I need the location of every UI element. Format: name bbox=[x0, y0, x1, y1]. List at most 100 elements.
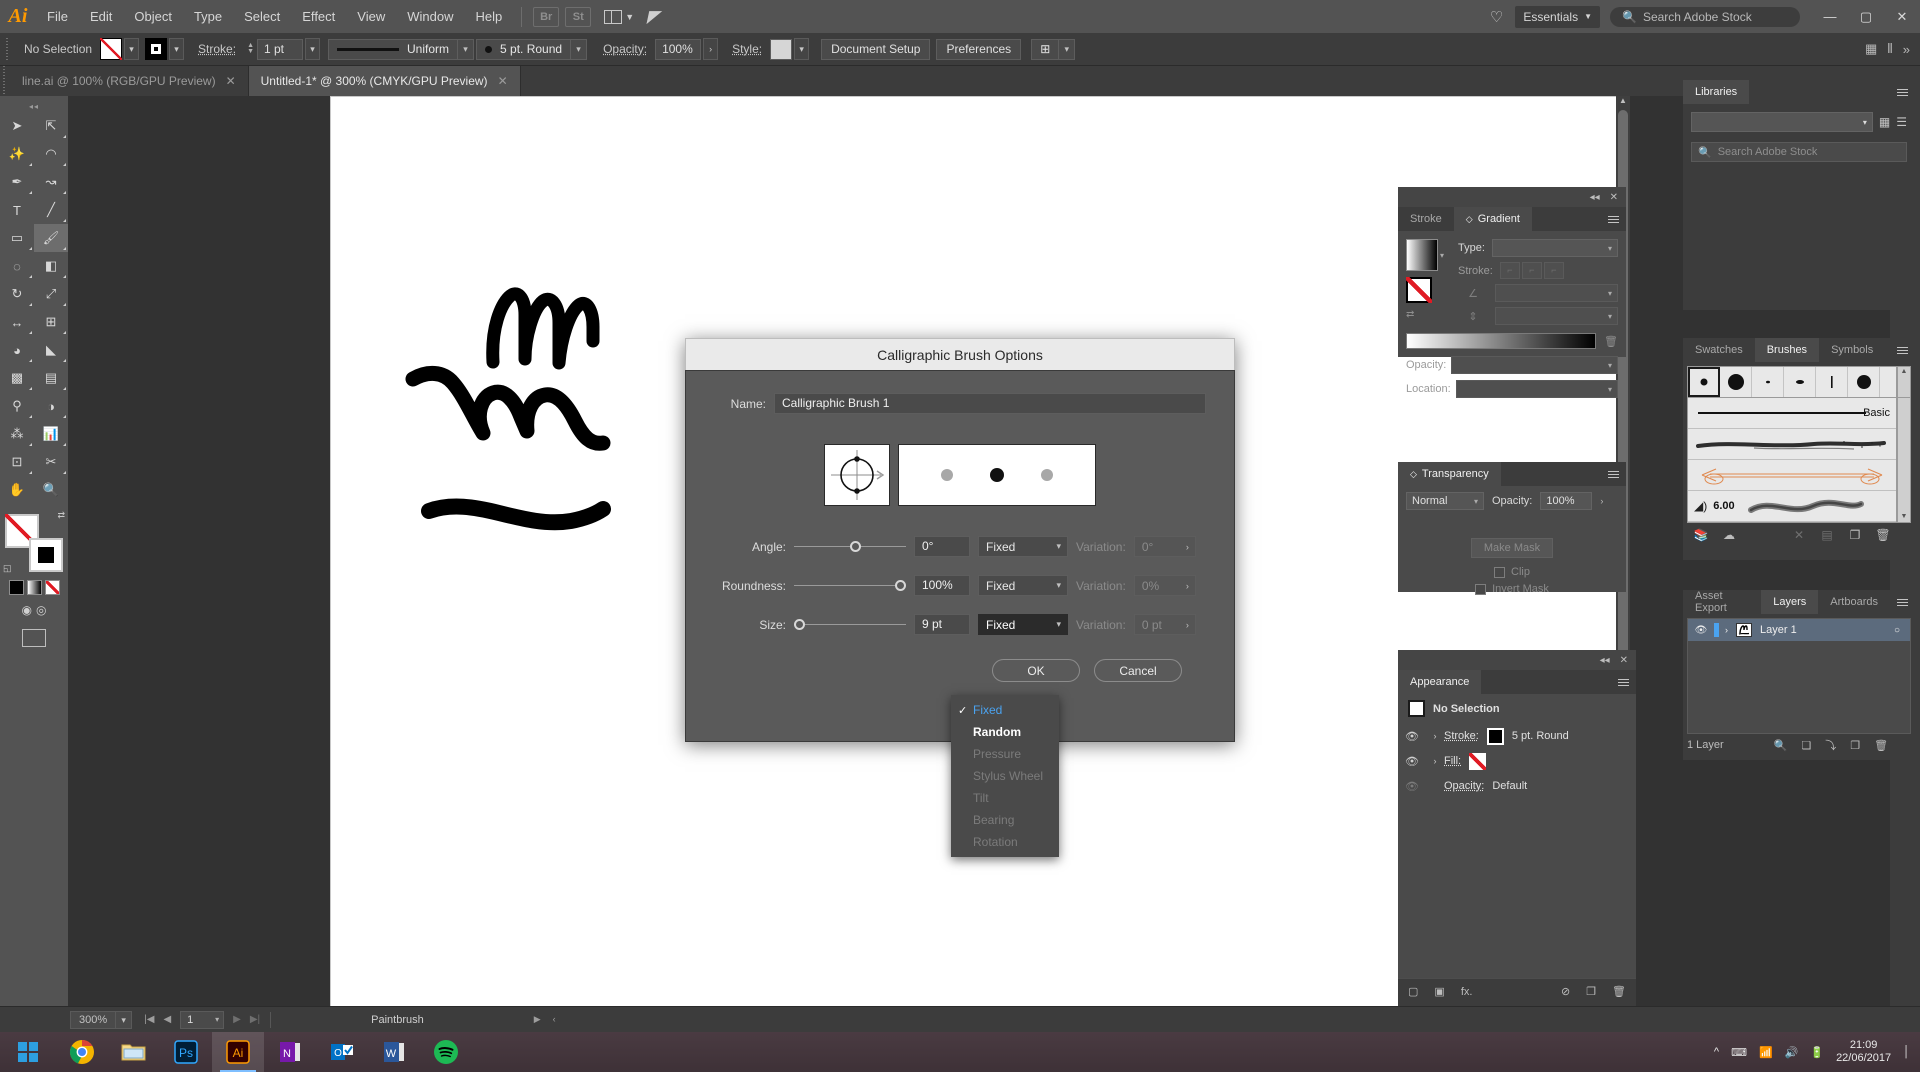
next-artboard-icon[interactable]: ▶ bbox=[233, 1014, 241, 1025]
tab-appearance[interactable]: Appearance bbox=[1398, 670, 1482, 694]
tool-line-segment-tool[interactable]: ╱ bbox=[34, 196, 68, 224]
create-new-layer-icon[interactable]: ❐ bbox=[1850, 739, 1860, 752]
menu-type[interactable]: Type bbox=[183, 0, 233, 33]
eye-icon[interactable]: 👁 bbox=[1398, 755, 1426, 768]
menu-file[interactable]: File bbox=[36, 0, 79, 33]
tool-shape-builder-tool[interactable]: ◕ bbox=[0, 336, 34, 364]
document-tab-line-ai[interactable]: line.ai @ 100% (RGB/GPU Preview) ✕ bbox=[10, 66, 249, 96]
overflow-menu-icon[interactable]: » bbox=[1903, 42, 1910, 57]
zoom-level-select[interactable]: 300% ▾ bbox=[70, 1010, 133, 1029]
stroke-weight-dropdown-icon[interactable]: ▾ bbox=[305, 38, 320, 60]
menu-select[interactable]: Select bbox=[233, 0, 291, 33]
stroke-profile-select[interactable]: Uniform ▾ bbox=[328, 38, 475, 60]
roundness-mode-select[interactable]: Fixed ▾ bbox=[978, 575, 1068, 596]
fill-swatch[interactable] bbox=[100, 38, 123, 60]
stroke-weight-input[interactable]: 1 pt bbox=[257, 38, 303, 60]
size-mode-dropdown-menu[interactable]: Fixed Random Pressure Stylus Wheel Tilt … bbox=[951, 695, 1059, 857]
layer-name[interactable]: Layer 1 bbox=[1760, 624, 1797, 636]
gradient-stroke-along-icon[interactable]: ⌐ bbox=[1521, 262, 1542, 279]
status-next-icon[interactable]: ▶ bbox=[534, 1014, 541, 1025]
angle-input[interactable]: 0° bbox=[914, 536, 970, 557]
size-slider[interactable] bbox=[794, 619, 906, 630]
eye-icon[interactable]: 👁 bbox=[1688, 625, 1714, 636]
appearance-stroke-label[interactable]: Stroke: bbox=[1444, 730, 1479, 742]
scroll-up-icon[interactable]: ▲ bbox=[1616, 96, 1630, 105]
show-hidden-icons-icon[interactable]: ^ bbox=[1714, 1046, 1719, 1058]
make-mask-button[interactable]: Make Mask bbox=[1470, 538, 1554, 558]
libraries-list-view-icon[interactable]: ☰ bbox=[1896, 115, 1907, 129]
create-new-sublayer-icon[interactable]: ⤵ bbox=[1825, 737, 1836, 753]
ok-button[interactable]: OK bbox=[992, 659, 1080, 682]
tips-bulb-icon[interactable]: ♡ bbox=[1478, 8, 1515, 26]
appearance-fill-swatch[interactable] bbox=[1469, 752, 1487, 770]
tool-gradient-tool[interactable]: ▤ bbox=[34, 364, 68, 392]
gradient-fill-preview[interactable] bbox=[1406, 239, 1438, 271]
menu-edit[interactable]: Edit bbox=[79, 0, 123, 33]
library-select[interactable]: ▾ bbox=[1691, 112, 1873, 132]
stroke-dropdown-icon[interactable]: ▾ bbox=[169, 38, 185, 60]
tab-libraries[interactable]: Libraries bbox=[1683, 80, 1750, 104]
panel-menu-icon[interactable] bbox=[1890, 598, 1915, 606]
align-select[interactable]: ⊞ ▾ bbox=[1031, 38, 1076, 60]
libraries-grid-view-icon[interactable]: ▦ bbox=[1879, 115, 1890, 129]
brush-swatch-tiny[interactable] bbox=[1752, 367, 1784, 397]
taskbar-app-file-explorer[interactable] bbox=[108, 1032, 160, 1072]
brush-swatch-5pt-round[interactable] bbox=[1688, 367, 1720, 397]
draw-normal-icon[interactable]: ◉ bbox=[22, 603, 32, 617]
brush-swatch-thin-line[interactable] bbox=[1816, 367, 1848, 397]
tool-paintbrush-tool[interactable]: 🖌 bbox=[34, 224, 68, 252]
last-artboard-icon[interactable]: ▶| bbox=[250, 1014, 260, 1025]
panel-menu-icon[interactable] bbox=[1601, 470, 1626, 478]
close-icon[interactable]: ✕ bbox=[226, 74, 236, 88]
stock-search-input[interactable]: 🔍 Search Adobe Stock bbox=[1610, 6, 1800, 27]
workspace-switcher[interactable]: Essentials ▼ bbox=[1515, 5, 1600, 28]
cancel-button[interactable]: Cancel bbox=[1094, 659, 1182, 682]
brush-options-icon[interactable]: ▤ bbox=[1813, 528, 1841, 542]
gradient-stroke-within-icon[interactable]: ⌐ bbox=[1499, 262, 1520, 279]
gradient-button[interactable] bbox=[26, 580, 42, 595]
stroke-label[interactable]: Stroke: bbox=[190, 42, 244, 56]
menu-view[interactable]: View bbox=[346, 0, 396, 33]
gradient-location-select[interactable]: ▾ bbox=[1455, 380, 1618, 398]
panel-menu-icon[interactable] bbox=[1611, 678, 1636, 686]
brush-swatch-round-large-2[interactable] bbox=[1848, 367, 1880, 397]
tab-swatches[interactable]: Swatches bbox=[1683, 338, 1755, 362]
tool-eyedropper-tool[interactable]: ⚲ bbox=[0, 392, 34, 420]
brush-shape-editor[interactable] bbox=[824, 444, 890, 506]
gradient-type-select[interactable]: ▾ bbox=[1491, 239, 1618, 257]
brushes-list-scrollbar[interactable]: ▼ bbox=[1897, 398, 1911, 523]
appearance-stroke-swatch[interactable] bbox=[1486, 727, 1504, 745]
stroke-swatch[interactable] bbox=[145, 38, 168, 60]
grid-view-icon[interactable]: ▦ bbox=[1865, 41, 1877, 57]
tool-width-tool[interactable]: ↔ bbox=[0, 308, 34, 336]
tool-symbol-sprayer-tool[interactable]: ⁂ bbox=[0, 420, 34, 448]
tab-bar-grip[interactable] bbox=[0, 66, 10, 96]
size-input[interactable]: 9 pt bbox=[914, 614, 970, 635]
transparency-opacity-input[interactable]: 100% bbox=[1540, 492, 1593, 510]
align-panel-icon[interactable]: ⫴ bbox=[1887, 41, 1892, 57]
close-icon[interactable]: ✕ bbox=[498, 74, 508, 88]
panel-menu-icon[interactable] bbox=[1601, 215, 1626, 223]
gradient-aspect-select[interactable]: ▾ bbox=[1495, 307, 1618, 325]
blend-mode-select[interactable]: Normal ▾ bbox=[1406, 492, 1484, 510]
scroll-up-icon[interactable]: ▲ bbox=[1901, 368, 1908, 375]
add-new-stroke-icon[interactable]: ▢ bbox=[1408, 985, 1418, 998]
tab-gradient[interactable]: ◇ Gradient bbox=[1453, 207, 1532, 231]
close-icon[interactable]: ✕ bbox=[1620, 655, 1628, 666]
dropdown-item-fixed[interactable]: Fixed bbox=[951, 699, 1059, 721]
brushes-scrollbar[interactable]: ▲ bbox=[1897, 366, 1911, 398]
previous-artboard-icon[interactable]: ◀ bbox=[163, 1014, 171, 1025]
tab-stroke[interactable]: Stroke bbox=[1398, 207, 1454, 231]
stock-icon[interactable]: St bbox=[565, 6, 592, 27]
tool-artboard-tool[interactable]: ⊡ bbox=[0, 448, 34, 476]
style-label[interactable]: Style: bbox=[724, 42, 770, 56]
keyboard-icon[interactable]: ⌨ bbox=[1731, 1046, 1747, 1059]
none-button[interactable] bbox=[44, 580, 60, 595]
tool-shaper-tool[interactable]: ◌ bbox=[0, 252, 34, 280]
eye-icon[interactable]: 👁 bbox=[1398, 780, 1426, 793]
screen-mode-button[interactable] bbox=[22, 629, 46, 647]
appearance-opacity-label[interactable]: Opacity: bbox=[1444, 780, 1484, 792]
gradient-opacity-select[interactable]: ▾ bbox=[1451, 356, 1618, 374]
draw-behind-icon[interactable]: ◎ bbox=[36, 603, 46, 617]
opacity-options-icon[interactable]: › bbox=[703, 38, 719, 60]
